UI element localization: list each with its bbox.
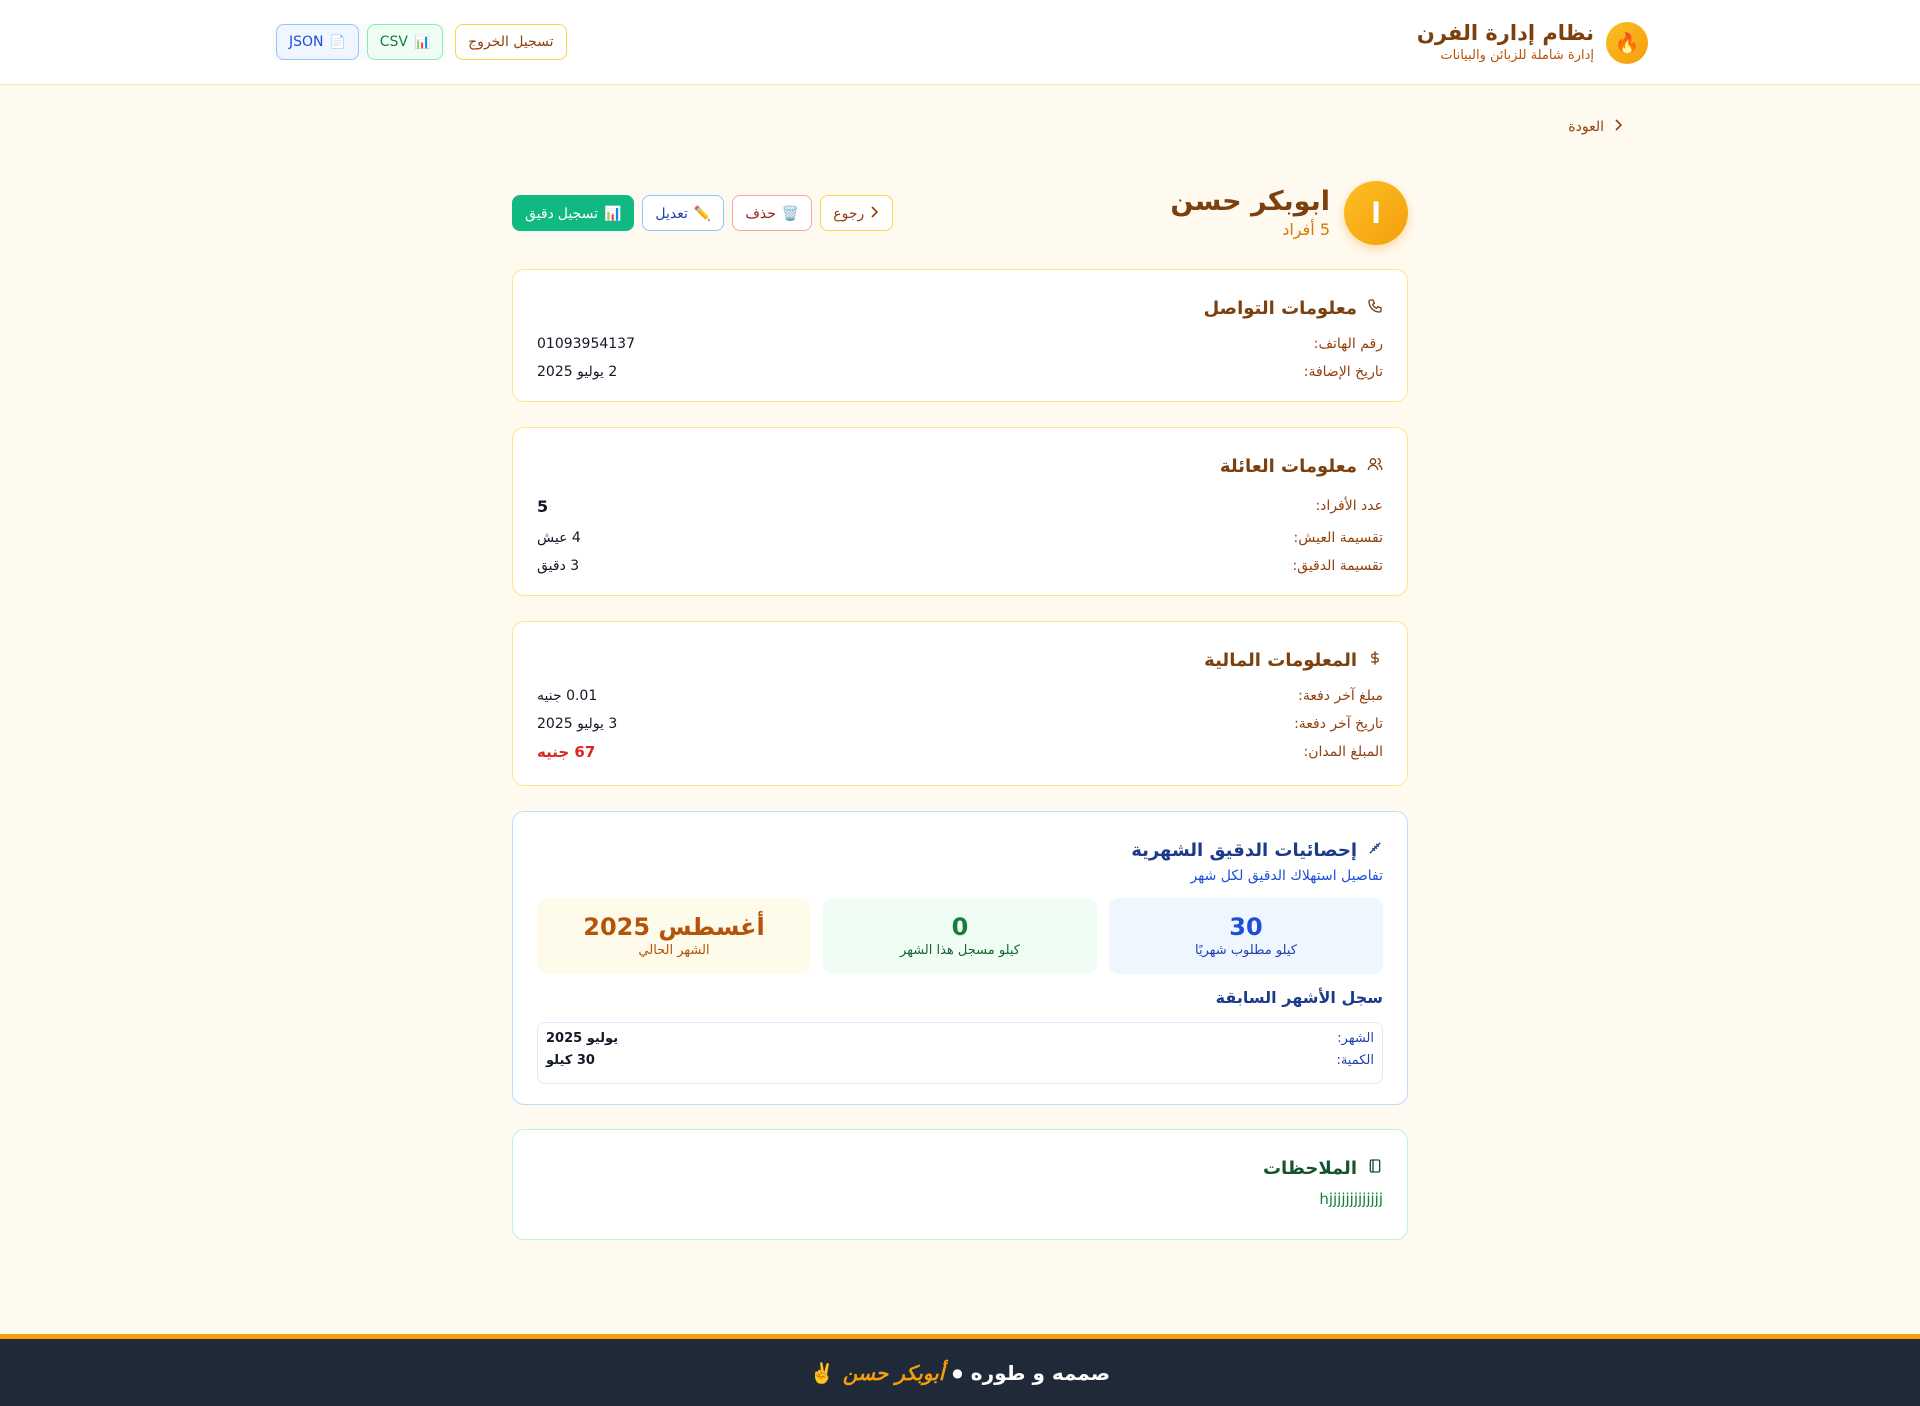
flour-stats-card: إحصائيات الدقيق الشهرية تفاصيل استهلاك ا… (512, 811, 1408, 1105)
export-json-button[interactable]: 📄 JSON (276, 24, 359, 60)
footer-author: أبوبكر حسن (842, 1360, 945, 1385)
members-count: 5 أفراد (1282, 220, 1330, 239)
stats-subtitle: تفاصيل استهلاك الدقيق لكل شهر (1190, 868, 1383, 884)
logout-button[interactable]: تسجيل الخروج (455, 24, 567, 60)
notebook-icon (1367, 1158, 1383, 1179)
added-date-value: 2 يوليو 2025 (537, 364, 618, 380)
dot-separator: ● (952, 1365, 963, 1380)
last-date-value: 3 يوليو 2025 (537, 716, 618, 732)
family-title: معلومات العائلة (1219, 455, 1357, 477)
record-flour-button[interactable]: 📊 تسجيل دقيق (512, 195, 635, 231)
flour-value: 3 دقيق (537, 558, 580, 574)
added-date-row: تاريخ الإضافة: 2 يوليو 2025 (537, 364, 1383, 380)
chevron-right-icon (1614, 119, 1624, 135)
footer-prefix: صممه و طوره (970, 1360, 1111, 1385)
notes-title: الملاحظات (1262, 1157, 1357, 1179)
top-header: 🔥 نظام إدارة الفرن إدارة شاملة للزبائن و… (0, 0, 1920, 85)
header-actions: 📊 CSV 📄 JSON تسجيل الخروج (272, 24, 567, 60)
flame-icon: 🔥 (1606, 22, 1648, 64)
history-month: يوليو 2025 (546, 1031, 619, 1046)
app-title: نظام إدارة الفرن (1416, 21, 1594, 45)
bread-row: تقسيمة العيش: 4 عيش (537, 530, 1383, 546)
delete-button[interactable]: 🗑️ حذف (732, 195, 813, 231)
recorded-stat: 0 كيلو مسجل هذا الشهر (823, 898, 1097, 974)
last-date-row: تاريخ آخر دفعة: 3 يوليو 2025 (537, 716, 1383, 732)
brand: 🔥 نظام إدارة الفرن إدارة شاملة للزبائن و… (1417, 18, 1648, 68)
stats-title: إحصائيات الدقيق الشهرية (1131, 839, 1357, 861)
dollar-icon (1367, 650, 1383, 671)
profile-actions: 📊 تسجيل دقيق ✏️ تعديل 🗑️ حذف رجوع (512, 195, 894, 231)
finance-title: المعلومات المالية (1204, 649, 1357, 671)
family-card: معلومات العائلة عدد الأفراد: 5 تقسيمة ال… (512, 427, 1408, 596)
phone-row: رقم الهاتف: 01093954137 (537, 336, 1383, 352)
history-qty: 30 كيلو (546, 1053, 595, 1068)
current-month-stat: أغسطس 2025 الشهر الحالي (537, 898, 811, 974)
bread-value: 4 عيش (537, 530, 581, 546)
customer-name: ابوبكر حسن (1170, 186, 1330, 217)
export-csv-button[interactable]: 📊 CSV (366, 24, 444, 60)
last-amount-value: 0.01 جنيه (537, 688, 598, 704)
phone-value: 01093954137 (537, 336, 635, 352)
chart-icon: 📊 (413, 34, 431, 50)
last-amount-row: مبلغ آخر دفعة: 0.01 جنيه (537, 688, 1383, 704)
flour-row: تقسيمة الدقيق: 3 دقيق (537, 558, 1383, 574)
chevron-right-icon (870, 205, 880, 221)
footer: صممه و طوره ● أبوبكر حسن ✌️ (0, 1334, 1920, 1406)
edit-button[interactable]: ✏️ تعديل (642, 195, 725, 231)
chart-icon: 📊 (603, 204, 622, 221)
victory-hand-icon: ✌️ (809, 1360, 835, 1385)
debt-value: 67 جنيه (537, 743, 596, 761)
notes-card: الملاحظات hjjjjjjjjjjjjj (512, 1129, 1408, 1240)
members-value: 5 (537, 496, 549, 516)
history-title: سجل الأشهر السابقة (1215, 988, 1383, 1007)
phone-icon (1367, 298, 1383, 319)
finance-card: المعلومات المالية مبلغ آخر دفعة: 0.01 جن… (512, 621, 1408, 786)
back-button[interactable]: رجوع (820, 195, 894, 231)
avatar: ا (1344, 181, 1408, 245)
pencil-icon: ✏️ (693, 204, 712, 221)
users-icon (1367, 456, 1383, 477)
document-icon: 📄 (329, 34, 346, 50)
trash-icon: 🗑️ (781, 204, 800, 221)
required-stat: 30 كيلو مطلوب شهريًا (1109, 898, 1383, 974)
wheat-icon (1367, 840, 1383, 861)
back-link[interactable]: العودة (1568, 116, 1624, 138)
contact-card: معلومات التواصل رقم الهاتف: 01093954137 … (512, 269, 1408, 402)
contact-title: معلومات التواصل (1203, 297, 1357, 319)
app-subtitle: إدارة شاملة للزبائن والبيانات (1440, 48, 1594, 63)
note-text: hjjjjjjjjjjjjj (1319, 1190, 1383, 1208)
customer-profile: ا ابوبكر حسن 5 أفراد (1170, 180, 1408, 246)
history-item: الشهر: يوليو 2025 الكمية: 30 كيلو (537, 1022, 1383, 1084)
debt-row: المبلغ المدان: 67 جنيه (537, 743, 1383, 761)
members-row: عدد الأفراد: 5 (537, 496, 1383, 516)
